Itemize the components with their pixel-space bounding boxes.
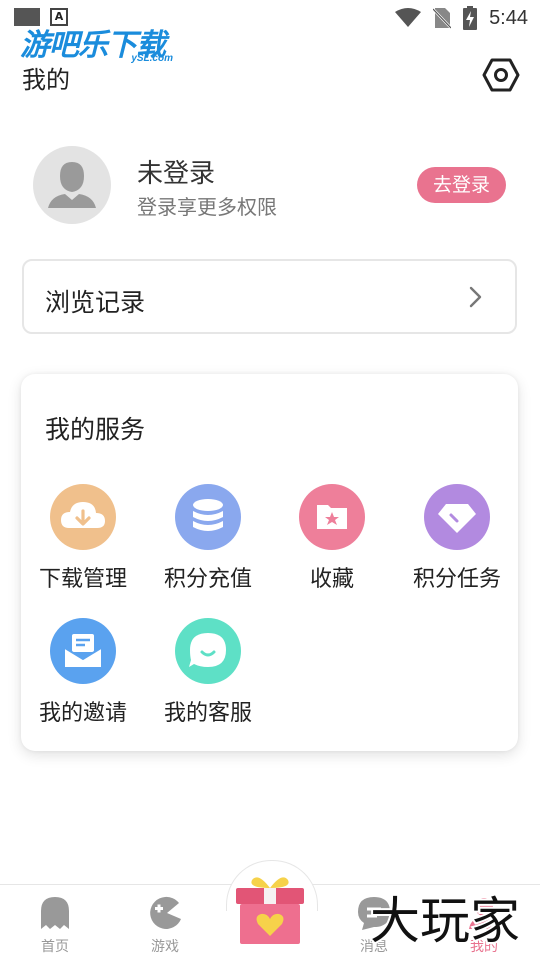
default-avatar-icon bbox=[48, 162, 96, 208]
no-sim-icon bbox=[433, 8, 452, 29]
profile-name: 未登录 bbox=[137, 159, 216, 189]
service-label: 我的邀请 bbox=[38, 701, 127, 726]
avatar[interactable] bbox=[33, 146, 111, 224]
wifi-icon bbox=[395, 8, 422, 27]
service-my-invitations[interactable]: 我的邀请 bbox=[21, 618, 145, 727]
browse-history-label: 浏览记录 bbox=[45, 288, 146, 317]
chat-bubble-icon bbox=[175, 618, 241, 684]
corner-watermark: 大玩家 bbox=[368, 890, 522, 952]
service-label: 下载管理 bbox=[38, 567, 127, 592]
pacman-icon bbox=[150, 896, 181, 929]
clock: 5:44 bbox=[489, 6, 528, 29]
page-title: 我的 bbox=[22, 66, 70, 94]
cloud-download-icon bbox=[50, 484, 116, 550]
service-points-recharge[interactable]: 积分充值 bbox=[146, 484, 270, 593]
login-button[interactable]: 去登录 bbox=[417, 167, 506, 203]
nav-games-label: 游戏 bbox=[151, 939, 179, 955]
service-customer-support[interactable]: 我的客服 bbox=[146, 618, 270, 727]
envelope-icon bbox=[50, 618, 116, 684]
service-label: 收藏 bbox=[309, 567, 354, 592]
corner-watermark-text: 大玩家 bbox=[370, 892, 520, 950]
nav-home[interactable]: 首页 bbox=[15, 895, 95, 956]
service-label: 积分任务 bbox=[412, 567, 501, 592]
chevron-right-icon bbox=[469, 286, 482, 308]
services-title: 我的服务 bbox=[45, 415, 146, 444]
coin-stack-icon bbox=[175, 484, 241, 550]
services-card: 我的服务 下载管理 积分充值 收藏 积分任务 我的邀请 我的客服 bbox=[21, 374, 518, 751]
service-favorites[interactable]: 收藏 bbox=[270, 484, 394, 593]
service-label: 积分充值 bbox=[163, 567, 252, 592]
service-label: 我的客服 bbox=[163, 701, 252, 726]
diamond-icon bbox=[424, 484, 490, 550]
browse-history-row[interactable]: 浏览记录 bbox=[22, 259, 517, 334]
folder-star-icon bbox=[299, 484, 365, 550]
profile-subtitle: 登录享更多权限 bbox=[137, 195, 277, 219]
battery-icon bbox=[463, 6, 478, 30]
settings-icon[interactable] bbox=[482, 56, 520, 94]
watermark-domain: ySL.com bbox=[131, 53, 173, 64]
nav-games[interactable]: 游戏 bbox=[125, 895, 205, 956]
ghost-icon bbox=[41, 897, 69, 929]
service-points-tasks[interactable]: 积分任务 bbox=[395, 484, 519, 593]
nav-home-label: 首页 bbox=[41, 939, 69, 955]
service-download-manager[interactable]: 下载管理 bbox=[21, 484, 145, 593]
gift-icon[interactable] bbox=[234, 872, 306, 946]
